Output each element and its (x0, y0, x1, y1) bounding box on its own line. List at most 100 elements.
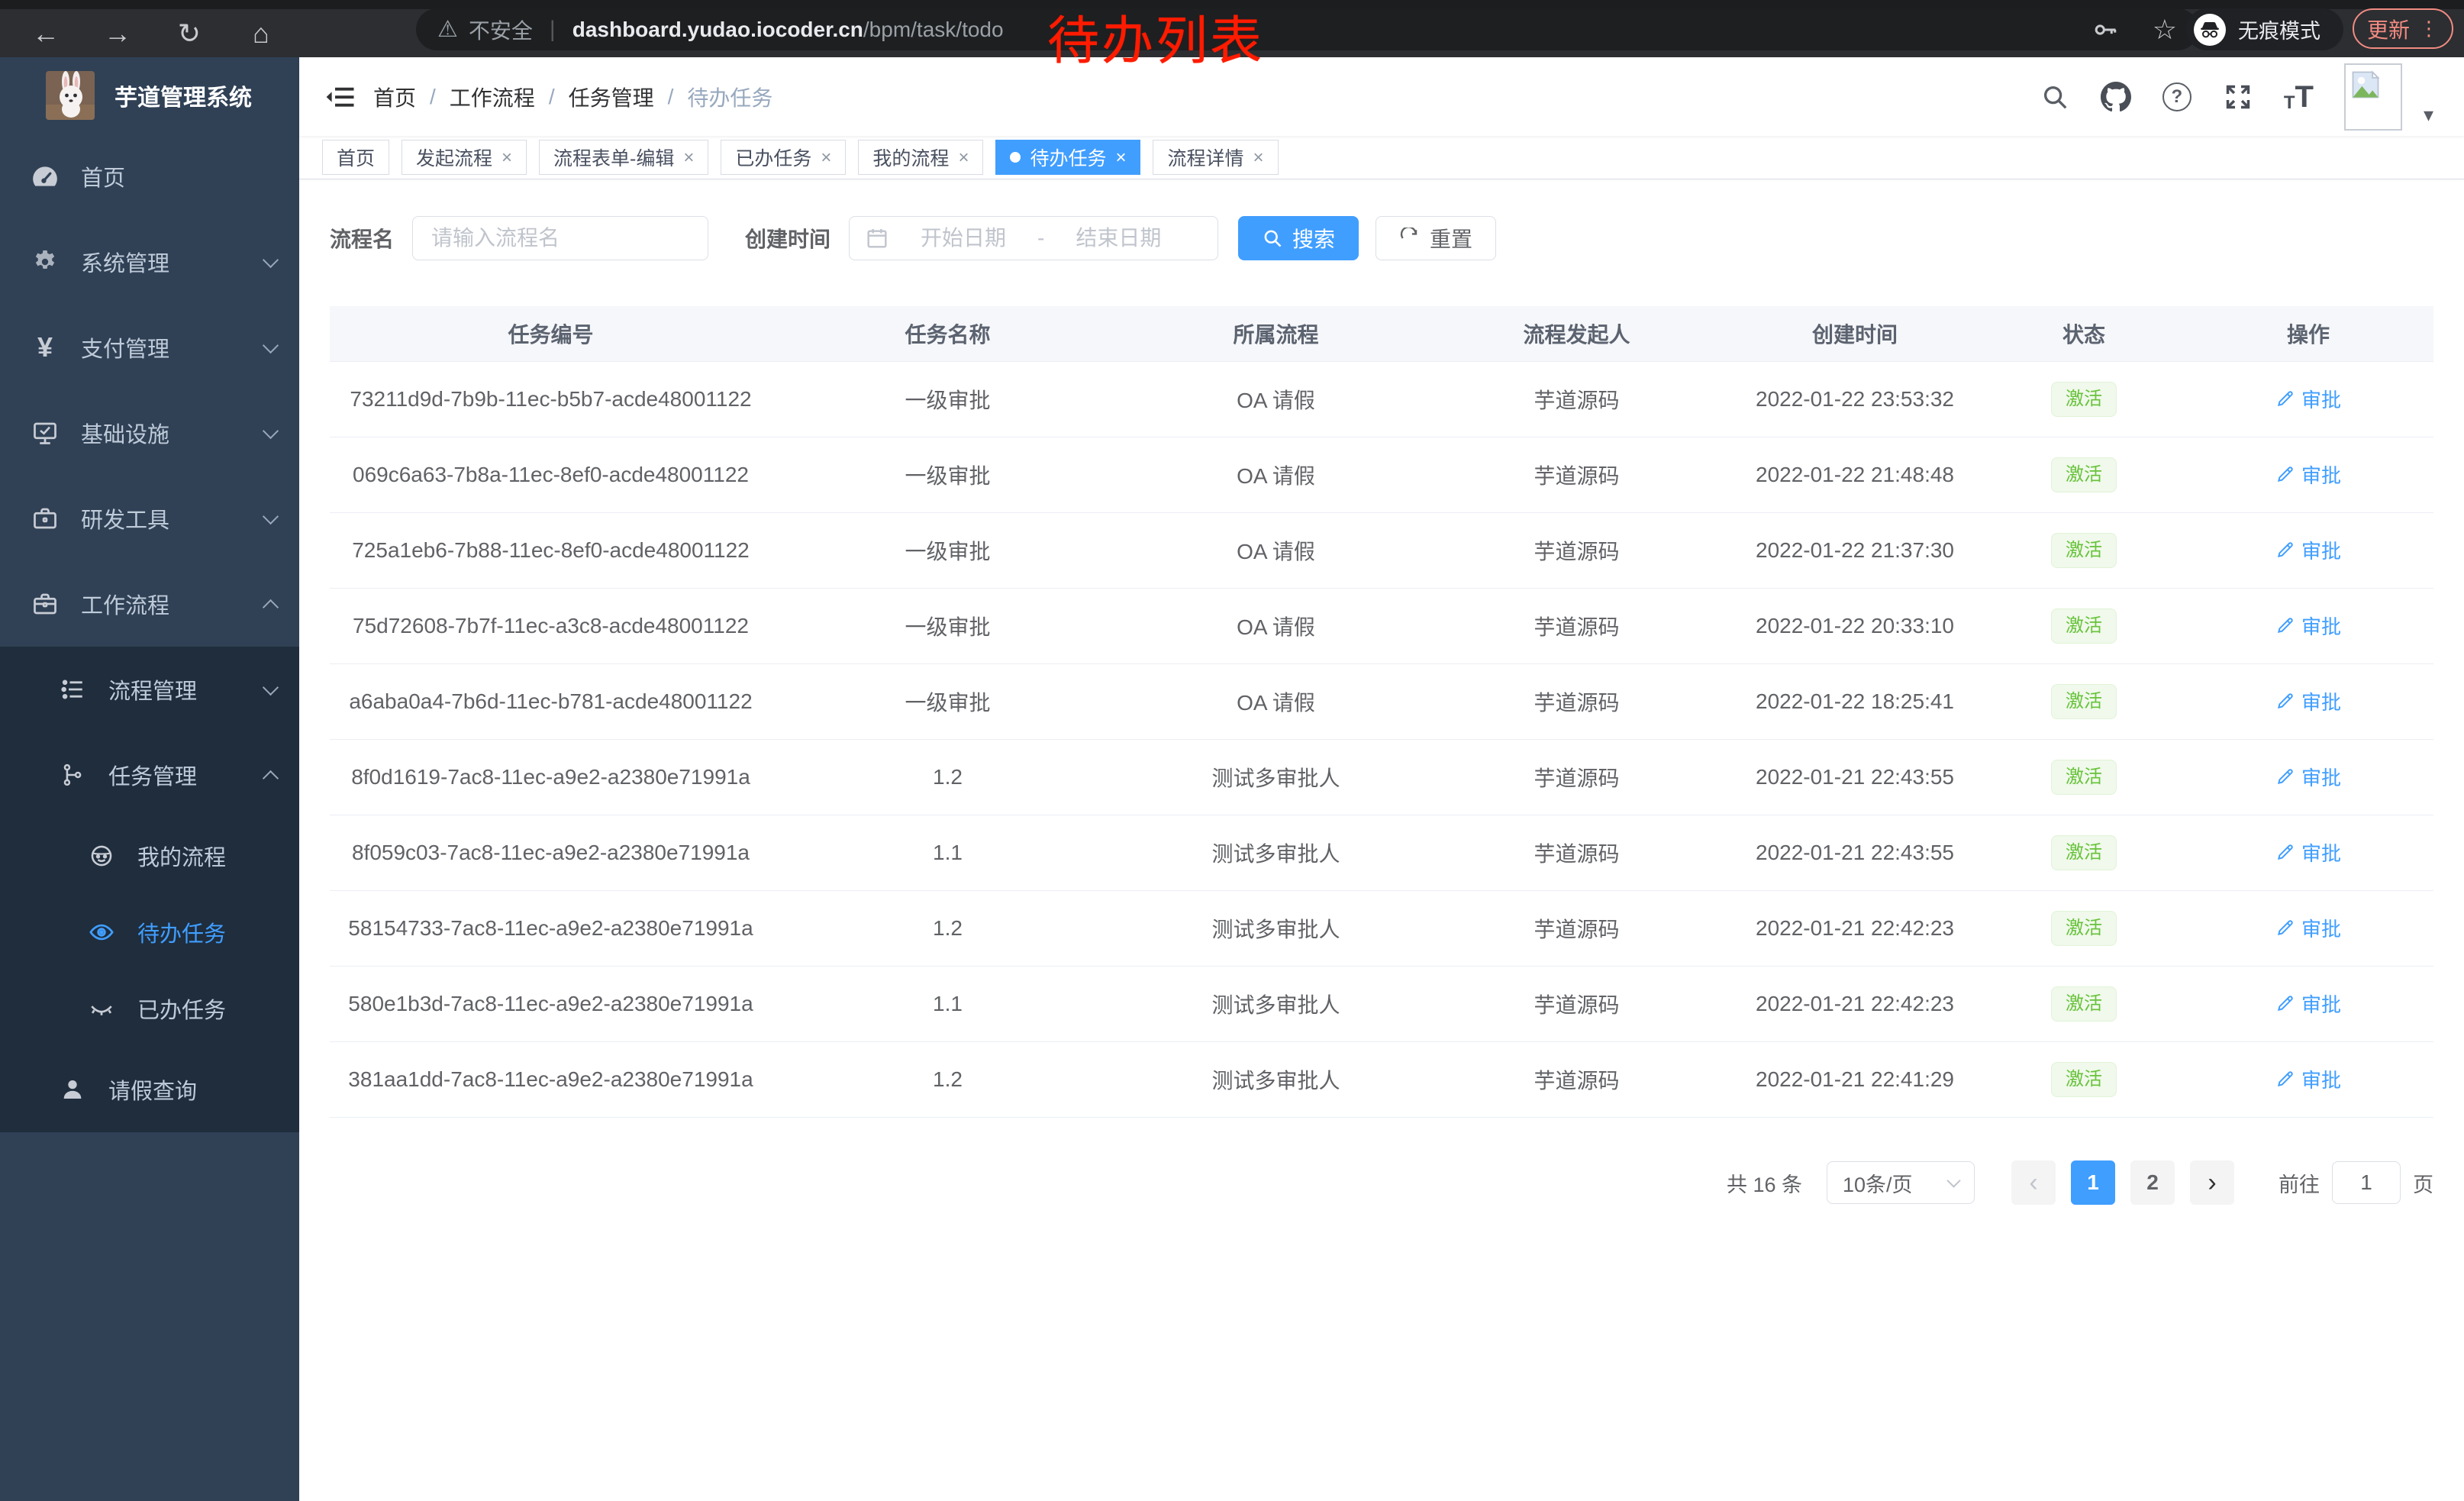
browser-menu-dots-icon[interactable]: ⋮ (2419, 17, 2439, 40)
start-date-input[interactable] (897, 225, 1030, 251)
tab-label: 发起流程 (416, 144, 492, 171)
font-small-glyph: T (2284, 94, 2295, 112)
calendar-icon (865, 226, 889, 250)
incognito-label: 无痕模式 (2238, 15, 2320, 44)
page-button-2[interactable]: 2 (2130, 1160, 2175, 1205)
status-badge: 激活 (2051, 1062, 2117, 1098)
security-warning-icon[interactable]: ⚠ (437, 16, 458, 43)
sidebar-item-label: 我的流程 (137, 840, 226, 872)
sidebar-item-workflow[interactable]: 工作流程 (0, 561, 299, 647)
reset-button[interactable]: 重置 (1376, 216, 1496, 260)
sidebar-item-todo-tasks[interactable]: 待办任务 (0, 894, 299, 970)
breadcrumb-task-mgmt[interactable]: 任务管理 (569, 82, 654, 112)
tab-my-process[interactable]: 我的流程 × (858, 140, 983, 175)
avatar[interactable] (2344, 63, 2402, 131)
approve-link[interactable]: 审批 (2275, 612, 2341, 640)
sidebar-item-done-tasks[interactable]: 已办任务 (0, 970, 299, 1047)
browser-update-button[interactable]: 更新 ⋮ (2353, 8, 2453, 49)
approve-link[interactable]: 审批 (2275, 989, 2341, 1018)
github-icon[interactable] (2101, 82, 2131, 112)
task-process: 测试多审批人 (1124, 1042, 1428, 1118)
close-icon[interactable]: × (1115, 149, 1126, 167)
pencil-icon (2275, 767, 2295, 786)
pencil-icon (2275, 842, 2295, 862)
tab-todo-tasks[interactable]: 待办任务 × (995, 140, 1140, 175)
breadcrumb-workflow[interactable]: 工作流程 (450, 82, 535, 112)
task-process: OA 请假 (1124, 664, 1428, 740)
approve-link[interactable]: 审批 (2275, 536, 2341, 564)
approve-label: 审批 (2301, 536, 2341, 564)
date-range-picker[interactable]: - (849, 216, 1218, 260)
sidebar-item-devtools[interactable]: 研发工具 (0, 476, 299, 561)
approve-label: 审批 (2301, 1065, 2341, 1093)
sidebar-item-my-process[interactable]: 我的流程 (0, 818, 299, 894)
browser-forward-icon[interactable]: → (101, 18, 134, 50)
sidebar-item-payment[interactable]: ¥ 支付管理 (0, 305, 299, 390)
font-size-icon[interactable]: TT (2284, 82, 2314, 112)
url-bar[interactable]: ⚠ 不安全 | dashboard.yudao.iocoder.cn /bpm/… (416, 8, 2198, 50)
approve-link[interactable]: 审批 (2275, 763, 2341, 791)
task-starter: 芋道源码 (1428, 589, 1725, 664)
task-starter: 芋道源码 (1428, 967, 1725, 1042)
close-icon[interactable]: × (1253, 149, 1264, 167)
process-name-input[interactable] (412, 216, 708, 260)
close-icon[interactable]: × (821, 149, 831, 167)
approve-label: 审批 (2301, 612, 2341, 640)
sidebar-item-system[interactable]: 系统管理 (0, 219, 299, 305)
sidebar-item-process-mgmt[interactable]: 流程管理 (0, 647, 299, 732)
search-button[interactable]: 搜索 (1238, 216, 1359, 260)
task-time: 2022-01-22 23:53:32 (1725, 362, 1985, 437)
approve-link[interactable]: 审批 (2275, 460, 2341, 489)
tab-label: 首页 (337, 144, 375, 171)
url-divider: | (550, 17, 556, 43)
tab-home[interactable]: 首页 (322, 140, 389, 175)
status-badge: 激活 (2051, 911, 2117, 947)
goto-page-input[interactable] (2332, 1161, 2401, 1204)
next-page-button[interactable]: › (2190, 1160, 2234, 1205)
security-label[interactable]: 不安全 (469, 15, 533, 45)
browser-back-icon[interactable]: ← (29, 18, 63, 50)
tab-process-detail[interactable]: 流程详情 × (1153, 140, 1278, 175)
sidebar-item-task-mgmt[interactable]: 任务管理 (0, 732, 299, 818)
browser-home-icon[interactable]: ⌂ (244, 18, 278, 50)
end-date-input[interactable] (1052, 225, 1185, 251)
close-icon[interactable]: × (683, 149, 694, 167)
tab-done-tasks[interactable]: 已办任务 × (721, 140, 846, 175)
tab-form-edit[interactable]: 流程表单-编辑 × (539, 140, 708, 175)
sidebar-item-leave-query[interactable]: 请假查询 (0, 1047, 299, 1132)
prev-page-button[interactable]: ‹ (2011, 1160, 2056, 1205)
update-label: 更新 (2367, 14, 2410, 44)
approve-link[interactable]: 审批 (2275, 914, 2341, 942)
password-key-icon[interactable] (2091, 16, 2119, 44)
close-icon[interactable]: × (502, 149, 512, 167)
page-size-select[interactable]: 10条/页 (1827, 1161, 1975, 1204)
task-starter: 芋道源码 (1428, 362, 1725, 437)
bookmark-star-icon[interactable]: ☆ (2153, 14, 2177, 46)
search-icon (1262, 228, 1283, 249)
monitor-icon (31, 418, 60, 447)
approve-link[interactable]: 审批 (2275, 1065, 2341, 1093)
sidebar-fold-icon[interactable] (324, 81, 356, 113)
task-name: 一级审批 (772, 664, 1124, 740)
browser-reload-icon[interactable]: ↻ (173, 18, 206, 50)
sidebar-item-home[interactable]: 首页 (0, 134, 299, 219)
approve-link[interactable]: 审批 (2275, 838, 2341, 867)
pencil-icon (2275, 993, 2295, 1013)
approve-link[interactable]: 审批 (2275, 385, 2341, 413)
task-id: 8f0d1619-7ac8-11ec-a9e2-a2380e71991a (330, 740, 772, 815)
tab-start-process[interactable]: 发起流程 × (402, 140, 527, 175)
page-button-1[interactable]: 1 (2071, 1160, 2115, 1205)
avatar-caret-icon[interactable]: ▾ (2424, 103, 2433, 127)
status-badge: 激活 (2051, 835, 2117, 871)
sidebar-item-label: 工作流程 (81, 588, 169, 620)
col-actions: 操作 (2183, 306, 2433, 362)
sidebar-logo[interactable]: 芋道管理系统 (0, 57, 299, 134)
approve-link[interactable]: 审批 (2275, 687, 2341, 715)
task-time: 2022-01-21 22:43:55 (1725, 815, 1985, 891)
fullscreen-icon[interactable] (2223, 82, 2253, 112)
help-icon[interactable]: ? (2162, 82, 2192, 112)
sidebar-item-infrastructure[interactable]: 基础设施 (0, 390, 299, 476)
breadcrumb-home[interactable]: 首页 (373, 82, 416, 112)
close-icon[interactable]: × (958, 149, 969, 167)
search-icon[interactable] (2040, 82, 2070, 112)
